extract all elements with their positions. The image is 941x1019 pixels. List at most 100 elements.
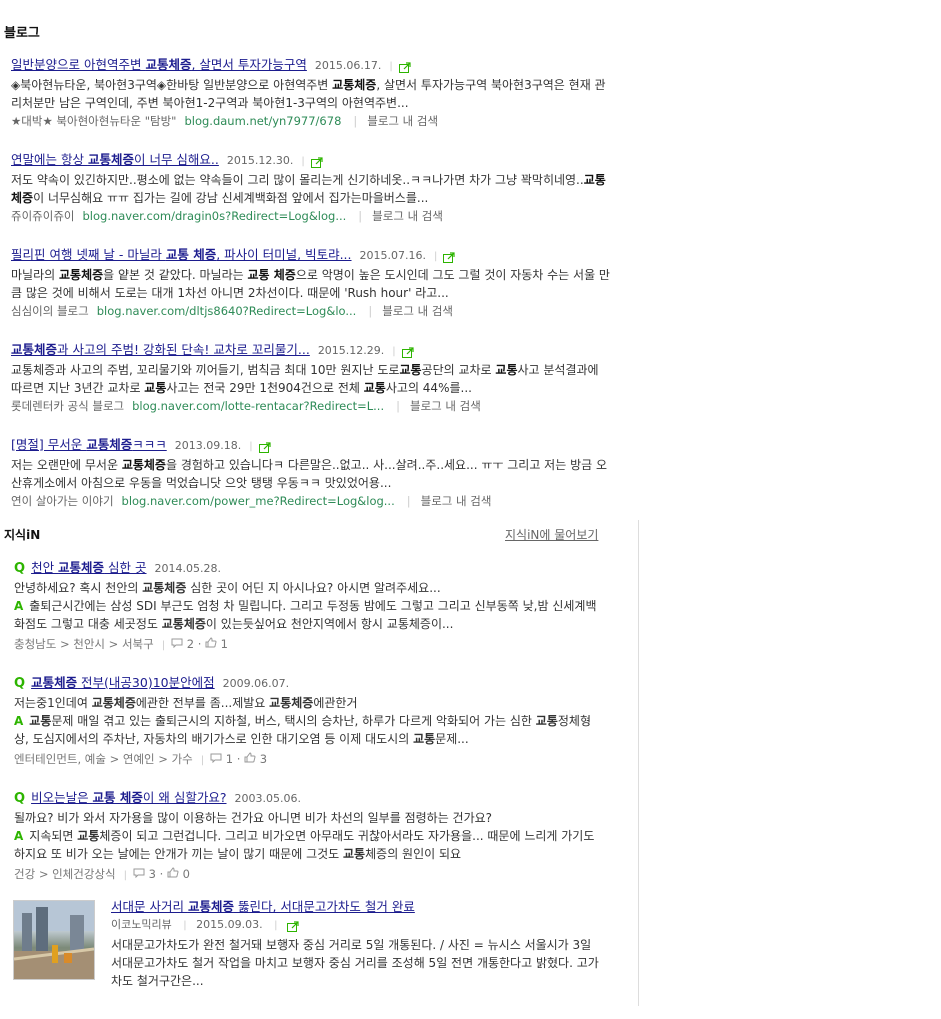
separator: | xyxy=(200,755,205,766)
highlight-keyword: 교통체증 xyxy=(142,581,187,595)
news-date: 2015.09.03. xyxy=(196,918,263,931)
blog-source[interactable]: 쥬이쥬이쥬이 xyxy=(11,209,74,223)
share-icon[interactable] xyxy=(310,155,324,168)
like-count: 3 xyxy=(256,752,268,766)
blog-title-line: 일반분양으로 아현역주변 교통체증, 살면서 투자가능구역 2015.06.17.… xyxy=(11,56,611,74)
highlight-keyword: 교통체증 xyxy=(31,675,78,690)
question-icon: Q xyxy=(14,561,26,576)
separator: | xyxy=(161,640,166,651)
like-count: 0 xyxy=(178,867,190,881)
share-icon[interactable] xyxy=(258,440,272,453)
blog-title-link[interactable]: [명절] 무서운 교통체증ㅋㅋㅋ xyxy=(11,437,167,452)
highlight-keyword: 교통체증 xyxy=(11,342,58,357)
news-source: 이코노믹리뷰 xyxy=(111,918,172,931)
in-blog-search-link[interactable]: 블로그 내 검색 xyxy=(421,494,492,508)
blog-item: 연말에는 항상 교통체증이 너무 심해요.. 2015.12.30. | 저도 약속이… xyxy=(11,151,611,225)
blog-url[interactable]: blog.naver.com/dltjs8640?Redirect=Log&lo… xyxy=(97,304,357,318)
highlight-keyword: 교통 체증 xyxy=(92,790,143,805)
kin-section-title: 지식iN xyxy=(4,528,41,542)
answer-icon: A xyxy=(14,599,24,613)
kin-meta: 건강 > 인체건강상식 | 3 · 0 xyxy=(14,865,604,885)
separator: | xyxy=(183,920,187,931)
blog-url[interactable]: blog.naver.com/power_me?Redirect=Log&log… xyxy=(122,494,395,508)
kin-question: 될까요? 비가 와서 자가용을 많이 이용하는 건가요 아니면 비가 차선의 일… xyxy=(14,811,493,825)
blog-item: 일반분양으로 아현역주변 교통체증, 살면서 투자가능구역 2015.06.17.… xyxy=(11,56,611,130)
in-blog-search-link[interactable]: 블로그 내 검색 xyxy=(382,304,453,318)
blog-url[interactable]: blog.daum.net/yn7977/678 xyxy=(184,114,341,128)
blog-title-link[interactable]: 교통체증과 사고의 주범! 강화된 단속! 교차로 꼬리물기... xyxy=(11,342,310,357)
comment-icon xyxy=(171,637,183,651)
blog-url[interactable]: blog.naver.com/dragin0s?Redirect=Log&log… xyxy=(82,209,346,223)
blog-source[interactable]: 심심이의 블로그 xyxy=(11,304,89,318)
blog-title-link[interactable]: 필리핀 여행 넷째 날 - 마닐라 교통 체증, 파사이 터미널, 빅토랴... xyxy=(11,247,352,262)
kin-title-link[interactable]: 교통체증 전부(내공30)10분안에점 xyxy=(31,675,215,690)
share-icon[interactable] xyxy=(398,60,412,73)
highlight-keyword: 교통 xyxy=(495,363,518,377)
kin-date: 2003.05.06. xyxy=(234,792,301,805)
blog-title-link[interactable]: 일반분양으로 아현역주변 교통체증, 살면서 투자가능구역 xyxy=(11,57,307,72)
answer-count: 1 xyxy=(222,752,234,766)
kin-title-link[interactable]: 비오는날은 교통 체증이 왜 심할가요? xyxy=(31,790,226,805)
answer-icon: A xyxy=(14,829,24,843)
highlight-keyword: 교통 xyxy=(535,714,558,728)
kin-category[interactable]: 충청남도 > 천안시 > 서북구 xyxy=(14,637,154,651)
separator: | xyxy=(396,399,400,413)
share-icon[interactable] xyxy=(443,250,456,263)
blog-description: 교통체증과 사고의 주범, 꼬리물기와 끼어들기, 범칙금 최대 10만 원지난… xyxy=(11,363,599,395)
kin-category[interactable]: 엔터테인먼트, 예술 > 연예인 > 가수 xyxy=(14,752,193,766)
blog-section-title: 블로그 xyxy=(4,26,40,41)
highlight-keyword: 교통 xyxy=(413,732,436,746)
blog-item: 필리핀 여행 넷째 날 - 마닐라 교통 체증, 파사이 터미널, 빅토랴...… xyxy=(11,246,611,320)
highlight-keyword: 교통 xyxy=(29,714,52,728)
ask-kin-link[interactable]: 지식iN에 물어보기 xyxy=(505,526,598,543)
kin-answer: A 지속되면 교통체증이 되고 그런겁니다. 그리고 비가오면 아무래도 귀찮아서… xyxy=(14,829,595,861)
blog-source[interactable]: ★대박★ 북아현아현뉴타운 "탐방" xyxy=(11,114,176,128)
in-blog-search-link[interactable]: 블로그 내 검색 xyxy=(372,209,443,223)
news-title-link[interactable]: 서대문 사거리 교통체증 뚫린다, 서대문고가차도 철거 완료 xyxy=(111,899,415,914)
separator: | xyxy=(392,346,396,357)
highlight-keyword: 교통 xyxy=(399,363,422,377)
comment-icon xyxy=(133,867,145,881)
highlight-keyword: 교통 xyxy=(343,847,366,861)
question-icon: Q xyxy=(14,676,26,691)
highlight-keyword: 교통체증 xyxy=(121,458,166,472)
kin-category[interactable]: 건강 > 인체건강상식 xyxy=(14,867,116,881)
kin-title-link[interactable]: 천안 교통체증 심한 곳 xyxy=(31,560,146,575)
kin-answer: A 출퇴근시간에는 삼성 SDI 부근도 엄청 차 밀립니다. 그리고 두정동 밤… xyxy=(14,599,597,631)
kin-question: 저는중1인데여 교통체증에관한 전부를 좀...제발요 교통체증에관한거 xyxy=(14,696,358,710)
answer-count: 2 xyxy=(183,637,195,651)
kin-divider xyxy=(638,520,639,1006)
blog-url[interactable]: blog.naver.com/lotte-rentacar?Redirect=L… xyxy=(132,399,384,413)
like-icon xyxy=(205,637,217,651)
blog-date: 2015.06.17. xyxy=(314,59,382,72)
blog-date: 2015.12.29. xyxy=(317,344,385,357)
highlight-keyword: 교통체증 xyxy=(86,437,133,452)
blog-date: 2015.12.30. xyxy=(226,154,294,167)
answer-count: 3 xyxy=(144,867,156,881)
share-icon[interactable] xyxy=(286,920,300,932)
separator: | xyxy=(389,61,393,72)
kin-meta: 엔터테인먼트, 예술 > 연예인 > 가수 | 1 · 3 xyxy=(14,750,604,770)
blog-description: 저도 약속이 있긴하지만..평소에 없는 약속들이 그리 많이 몰리는게 신기하… xyxy=(11,173,606,205)
blog-item: [명절] 무서운 교통체증ㅋㅋㅋ 2013.09.18. | 저는 오랜만에 무서운 … xyxy=(11,436,611,510)
blog-item: 교통체증과 사고의 주범! 강화된 단속! 교차로 꼬리물기... 2015.12… xyxy=(11,341,611,415)
blog-title-line: 필리핀 여행 넷째 날 - 마닐라 교통 체증, 파사이 터미널, 빅토랴...… xyxy=(11,246,611,264)
blog-meta: 심심이의 블로그 blog.naver.com/dltjs8640?Redirec… xyxy=(11,302,611,320)
blog-source[interactable]: 롯데렌터카 공식 블로그 xyxy=(11,399,124,413)
blog-description: ◈북아현뉴타운, 북아현3구역◈한바탕 일반분양으로 아현역주변 교통체증, 살… xyxy=(11,78,606,110)
answer-icon: A xyxy=(14,714,24,728)
highlight-keyword: 교통체증 xyxy=(58,560,105,575)
kin-meta: 충청남도 > 천안시 > 서북구 | 2 · 1 xyxy=(14,635,604,655)
blog-source[interactable]: 연이 살아가는 이야기 xyxy=(11,494,114,508)
separator: | xyxy=(358,209,363,223)
share-icon[interactable] xyxy=(401,345,415,358)
blog-title-link[interactable]: 연말에는 항상 교통체증이 너무 심해요.. xyxy=(11,152,219,167)
kin-date: 2009.06.07. xyxy=(222,677,290,690)
highlight-keyword: 교통체증 xyxy=(11,173,606,205)
news-thumbnail[interactable] xyxy=(13,900,95,980)
in-blog-search-link[interactable]: 블로그 내 검색 xyxy=(410,399,481,413)
in-blog-search-link[interactable]: 블로그 내 검색 xyxy=(367,114,438,128)
blog-meta: 롯데렌터카 공식 블로그 blog.naver.com/lotte-rentaca… xyxy=(11,397,611,415)
blog-date: 2013.09.18. xyxy=(174,439,242,452)
like-icon xyxy=(167,867,179,881)
